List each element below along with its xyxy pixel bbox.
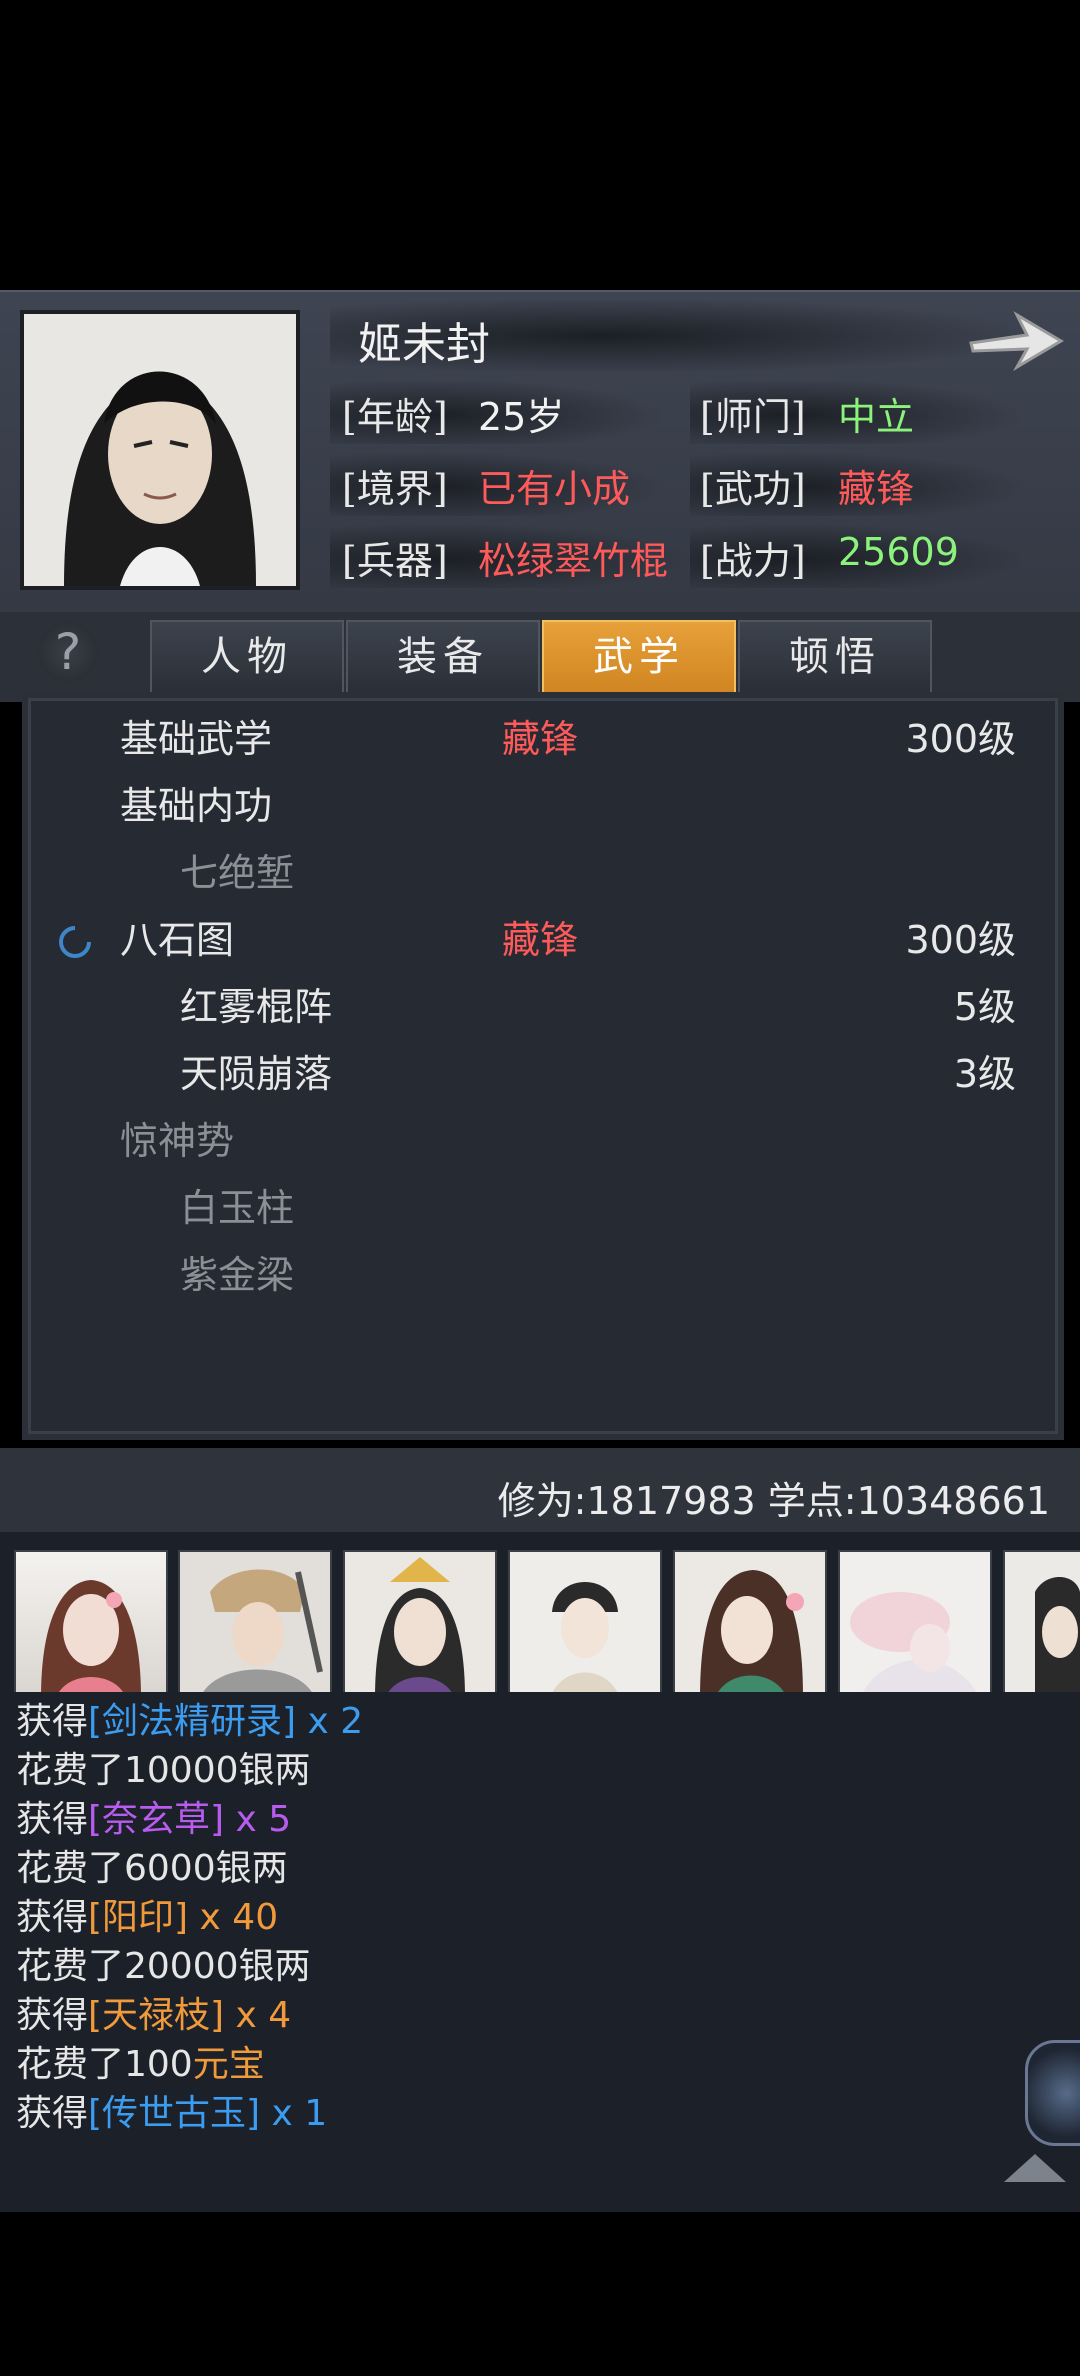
log-item: [剑法精研录] xyxy=(88,1701,297,1742)
companion-portrait xyxy=(41,1580,141,1698)
skill-name: 基础武学 xyxy=(120,717,273,761)
companion-portrait xyxy=(675,1552,825,1698)
skill-name: 惊神势 xyxy=(120,1119,235,1163)
realm-label: [境界] xyxy=(342,467,448,511)
companion-portrait xyxy=(180,1552,330,1698)
companion-avatar[interactable] xyxy=(838,1550,992,1700)
log-line: 花费了6000银两 xyxy=(16,1848,288,1889)
log-line: 花费了100元宝 xyxy=(16,2044,265,2085)
log-line: 获得[传世古玉] x 1 xyxy=(16,2093,328,2134)
skill-name: 白玉柱 xyxy=(180,1186,295,1230)
log-item: [奈玄草] xyxy=(88,1799,225,1840)
log-item: [阳印] xyxy=(88,1897,189,1938)
companion-avatar[interactable] xyxy=(14,1550,168,1700)
skill-name: 七绝堑 xyxy=(180,851,295,895)
skill-name: 紫金梁 xyxy=(180,1253,295,1297)
companion-avatar[interactable] xyxy=(178,1550,332,1700)
skill-row[interactable]: 惊神势 xyxy=(28,1108,1052,1175)
side-menu-button[interactable] xyxy=(1025,2040,1080,2146)
skill-type: 藏锋 xyxy=(502,918,579,962)
sect-value: 中立 xyxy=(838,395,915,439)
sect-label: [师门] xyxy=(700,395,806,439)
martial-label: [武功] xyxy=(700,467,806,511)
help-icon[interactable]: ? xyxy=(38,622,98,682)
log-line: 获得[奈玄草] x 5 xyxy=(16,1799,292,1840)
portrait-illustration xyxy=(24,314,296,586)
skill-row[interactable]: 紫金梁 xyxy=(28,1242,1052,1309)
companion-avatar[interactable] xyxy=(508,1550,662,1700)
cultivation-stats: 修为:1817983 学点:10348661 xyxy=(497,1479,1050,1523)
realm-value: 已有小成 xyxy=(478,467,631,511)
log-line: 获得[天禄枝] x 4 xyxy=(16,1995,292,2036)
tab-martial-arts[interactable]: 武学 xyxy=(542,620,736,694)
skill-name: 天陨崩落 xyxy=(180,1052,333,1096)
skill-row[interactable]: 白玉柱 xyxy=(28,1175,1052,1242)
skill-level: 3级 xyxy=(953,1052,1016,1096)
log-item: [天禄枝] xyxy=(88,1995,225,2036)
companion-portrait xyxy=(1005,1552,1080,1698)
martial-value: 藏锋 xyxy=(838,467,915,511)
loading-spinner-icon xyxy=(59,926,91,958)
companion-avatar[interactable] xyxy=(343,1550,497,1700)
companion-portrait xyxy=(510,1552,660,1698)
skill-row[interactable]: 七绝堑 xyxy=(28,840,1052,907)
companion-portrait xyxy=(840,1552,990,1698)
skill-level: 5级 xyxy=(953,985,1016,1029)
weapon-label: [兵器] xyxy=(342,539,448,583)
log-item: 元宝 xyxy=(192,2044,265,2085)
skill-name: 八石图 xyxy=(120,918,235,962)
skill-row[interactable]: 基础内功 xyxy=(28,773,1052,840)
log-item: [传世古玉] xyxy=(88,2093,261,2134)
skill-row[interactable]: 天陨崩落 3级 xyxy=(28,1041,1052,1108)
tab-enlightenment[interactable]: 顿悟 xyxy=(738,620,932,694)
log-line: 花费了20000银两 xyxy=(16,1946,311,1987)
weapon-value: 松绿翠竹棍 xyxy=(478,539,669,583)
power-value: 25609 xyxy=(838,530,959,574)
companion-avatar[interactable] xyxy=(673,1550,827,1700)
companion-portrait xyxy=(345,1552,495,1698)
skill-name: 红雾棍阵 xyxy=(180,985,333,1029)
skill-row[interactable]: 基础武学 藏锋 300级 xyxy=(28,706,1052,773)
character-name: 姬未封 xyxy=(358,319,490,370)
log-line: 获得[剑法精研录] x 2 xyxy=(16,1701,364,1742)
skill-row[interactable]: 红雾棍阵 5级 xyxy=(28,974,1052,1041)
tab-equipment[interactable]: 装备 xyxy=(346,620,540,694)
age-label: [年龄] xyxy=(342,395,448,439)
power-label: [战力] xyxy=(700,539,806,583)
next-arrow-icon[interactable] xyxy=(965,305,1065,375)
scroll-up-icon[interactable] xyxy=(1000,2150,1070,2186)
tab-character[interactable]: 人物 xyxy=(150,620,344,694)
skill-row[interactable]: 八石图 藏锋 300级 xyxy=(28,907,1052,974)
companion-avatar[interactable] xyxy=(1003,1550,1080,1700)
age-value: 25岁 xyxy=(478,395,565,439)
skill-level: 300级 xyxy=(905,717,1016,761)
character-portrait[interactable] xyxy=(20,310,300,590)
skill-level: 300级 xyxy=(905,918,1016,962)
skill-type: 藏锋 xyxy=(502,717,579,761)
log-line: 花费了10000银两 xyxy=(16,1750,311,1791)
log-line: 获得[阳印] x 40 xyxy=(16,1897,279,1938)
skill-name: 基础内功 xyxy=(120,784,273,828)
